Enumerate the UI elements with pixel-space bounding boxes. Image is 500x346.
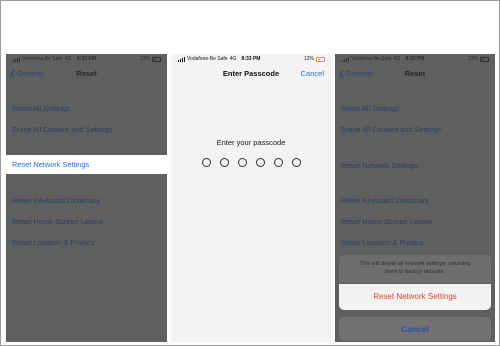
status-bar: Vodafone-Be Safe 4G 8:33 PM 12% bbox=[171, 54, 331, 64]
erase-all-content-row[interactable]: Erase All Content and Settings bbox=[335, 119, 495, 140]
battery-icon bbox=[480, 56, 489, 62]
cancel-button[interactable]: Cancel bbox=[301, 65, 324, 83]
battery-percent: 12% bbox=[303, 56, 314, 62]
nav-bar: Enter Passcode Cancel bbox=[171, 65, 331, 83]
passcode-dots[interactable] bbox=[171, 158, 331, 167]
passcode-digit-dot bbox=[255, 158, 265, 167]
reset-all-settings-row[interactable]: Reset All Settings bbox=[6, 98, 167, 119]
status-bar: Vodafone-Be Safe 4G 8:33 PM 12% bbox=[335, 54, 495, 64]
passcode-prompt: Enter your passcode bbox=[216, 138, 286, 147]
cancel-button[interactable]: Cancel bbox=[339, 317, 491, 341]
confirm-reset-network-button[interactable]: Reset Network Settings bbox=[339, 284, 491, 310]
nav-bar: General Reset bbox=[335, 65, 495, 83]
battery-percent: 12% bbox=[139, 56, 150, 62]
nav-bar: General Reset bbox=[6, 65, 167, 83]
battery-icon bbox=[316, 56, 325, 62]
page-title: Reset bbox=[76, 69, 97, 78]
passcode-digit-dot bbox=[201, 158, 211, 167]
passcode-digit-dot bbox=[291, 158, 301, 167]
action-sheet-message: This will delete all network settings, r… bbox=[339, 255, 491, 283]
reset-settings-screen-right: Vodafone-Be Safe 4G 8:33 PM 12% General … bbox=[335, 54, 495, 342]
passcode-digit-dot bbox=[219, 158, 229, 167]
reset-all-settings-row[interactable]: Reset All Settings bbox=[335, 98, 495, 119]
reset-keyboard-dictionary-row[interactable]: Reset Keyboard Dictionary bbox=[6, 190, 167, 211]
passcode-digit-dot bbox=[273, 158, 283, 167]
reset-home-screen-layout-row[interactable]: Reset Home Screen Layout bbox=[6, 211, 167, 232]
reset-network-settings-row[interactable]: Reset Network Settings bbox=[6, 155, 167, 174]
passcode-digit-dot bbox=[237, 158, 247, 167]
battery-percent: 12% bbox=[467, 56, 478, 62]
erase-all-content-row[interactable]: Erase All Content and Settings bbox=[6, 119, 167, 140]
reset-location-privacy-row[interactable]: Reset Location & Privacy bbox=[6, 232, 167, 253]
reset-location-privacy-row[interactable]: Reset Location & Privacy bbox=[335, 232, 495, 253]
reset-keyboard-dictionary-row[interactable]: Reset Keyboard Dictionary bbox=[335, 190, 495, 211]
page-title: Reset bbox=[404, 69, 426, 78]
reset-home-screen-layout-row[interactable]: Reset Home Screen Layout bbox=[335, 211, 495, 232]
passcode-screen: Vodafone-Be Safe 4G 8:33 PM 12% Enter Pa… bbox=[171, 54, 331, 342]
battery-icon bbox=[152, 56, 161, 62]
status-bar: Vodafone-Be Safe 4G 8:33 PM 12% bbox=[6, 54, 167, 64]
reset-settings-screen-left: Vodafone-Be Safe 4G 8:33 PM 12% General … bbox=[6, 54, 167, 342]
reset-network-settings-row[interactable]: Reset Network Settings bbox=[335, 155, 495, 176]
